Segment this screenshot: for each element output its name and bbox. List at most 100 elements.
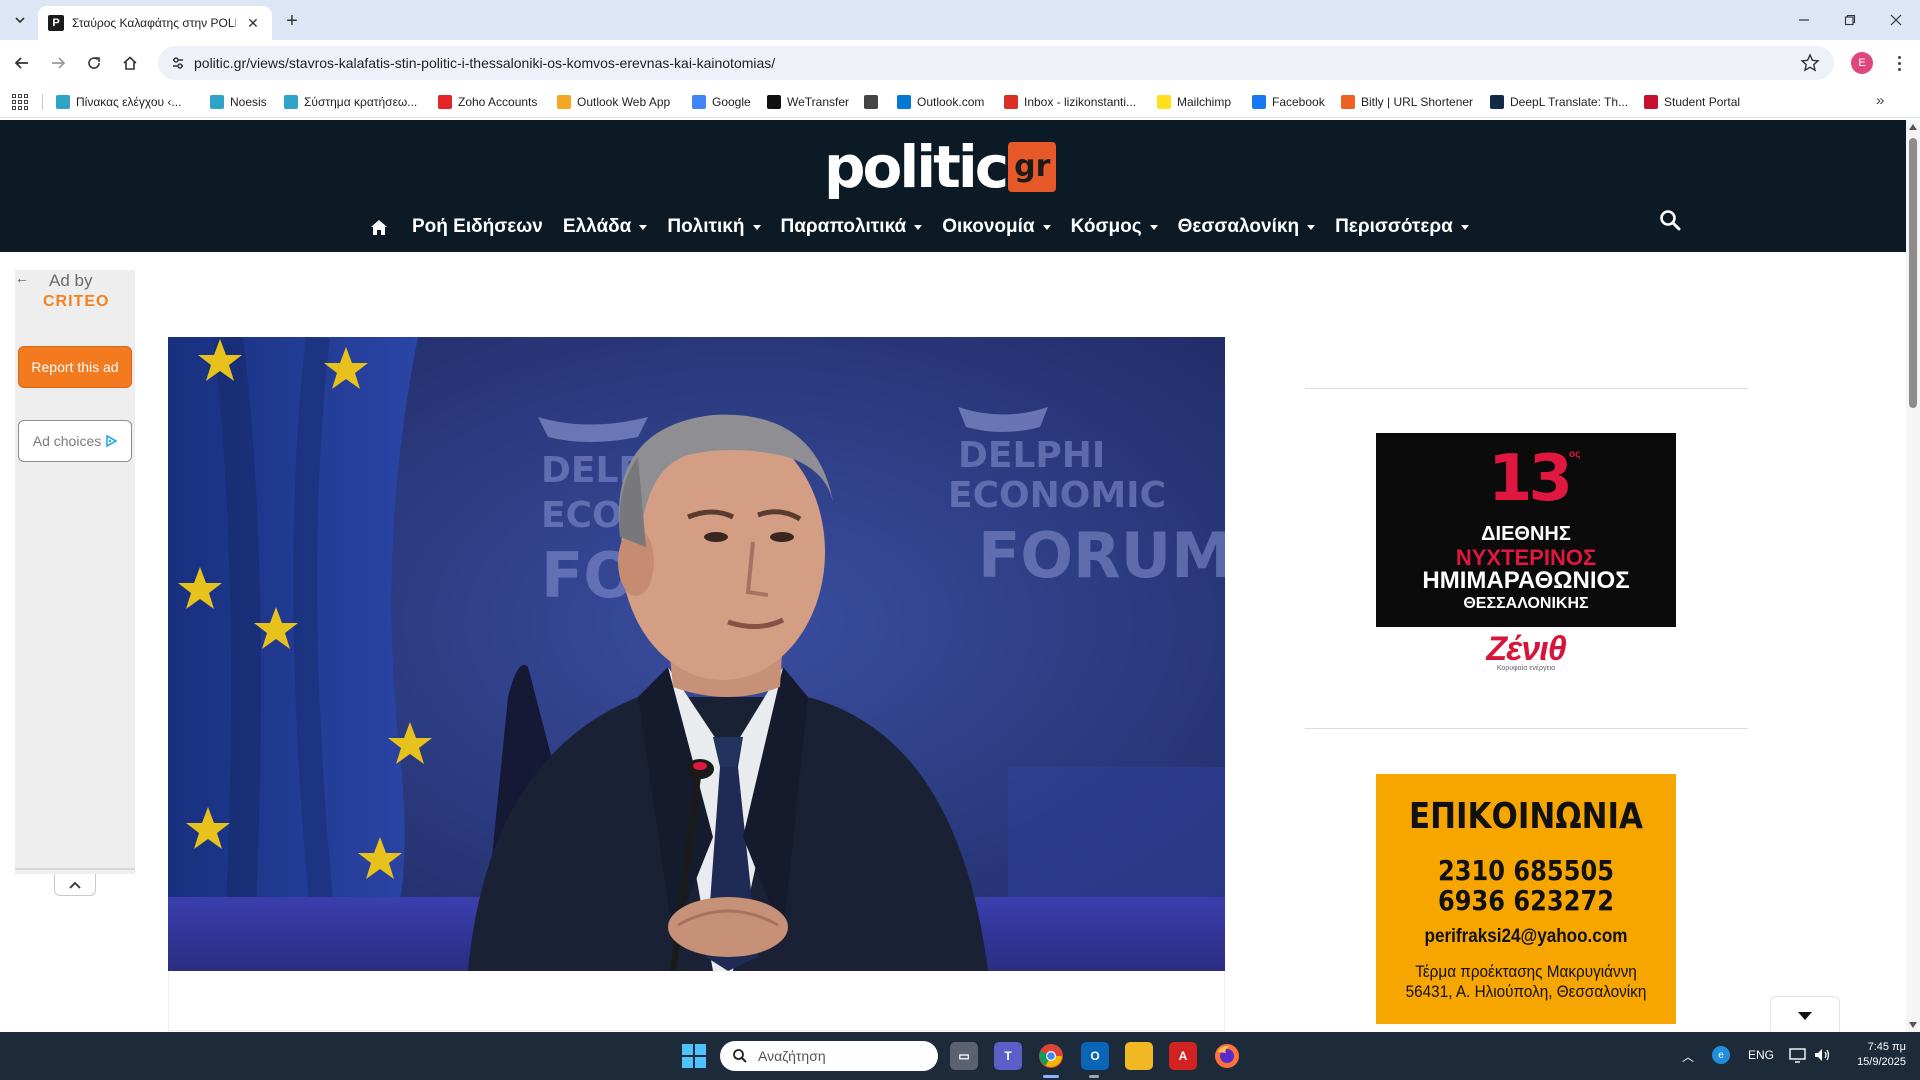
nav-item-label: Κόσμος	[1070, 216, 1142, 237]
home-icon[interactable]	[368, 216, 390, 238]
browser-tab-active[interactable]: P Σταύρος Καλαφάτης στην POLITIC ✕	[38, 6, 272, 40]
back-button[interactable]	[10, 51, 34, 75]
address-bar[interactable]: politic.gr/views/stavros-kalafatis-stin-…	[158, 46, 1834, 80]
volume-icon[interactable]	[1812, 1046, 1832, 1064]
scroll-down-button[interactable]	[1770, 996, 1840, 1034]
article-card-edge	[168, 971, 1225, 1031]
reload-button[interactable]	[82, 51, 106, 75]
language-indicator[interactable]: ENG	[1748, 1048, 1774, 1062]
contact-ad-banner[interactable]: ΕΠΙΚΟΙΝΩΝΙΑ 2310 685505 6936 623272 peri…	[1376, 774, 1676, 1024]
ad-back-arrow-icon[interactable]: ←	[15, 270, 29, 286]
tab-title: Σταύρος Καλαφάτης στην POLITIC	[72, 16, 236, 30]
tray-overflow-icon[interactable]: ︿	[1682, 1048, 1694, 1065]
apps-grid-icon[interactable]	[12, 94, 28, 110]
bookmark-item[interactable]	[864, 92, 878, 112]
bookmark-item[interactable]: DeepL Translate: Th...	[1490, 92, 1628, 112]
sidebar-divider	[1305, 728, 1748, 729]
mailchimp-icon	[1157, 95, 1171, 109]
minimize-icon[interactable]	[1792, 8, 1816, 32]
nav-item[interactable]: Οικονομία	[942, 216, 1051, 238]
contact-title: ΕΠΙΚΟΙΝΩΝΙΑ	[1408, 796, 1644, 837]
bookmark-label: Facebook	[1272, 95, 1325, 109]
bookmark-star-icon[interactable]	[1800, 53, 1820, 73]
taskbar-search-placeholder: Αναζήτηση	[758, 1048, 826, 1064]
nav-item-label: Παραπολιτικά	[780, 216, 907, 237]
bookmark-item[interactable]: Inbox - lizikonstanti...	[1004, 92, 1136, 112]
system-clock[interactable]: 7:45 πμ 15/9/2025	[1846, 1040, 1906, 1070]
bookmark-item[interactable]: WeTransfer	[767, 92, 849, 112]
home-icon	[123, 56, 137, 70]
nav-item[interactable]: Ροή Ειδήσεων	[412, 216, 543, 238]
firefox-icon[interactable]	[1213, 1042, 1241, 1070]
ad-collapse-button[interactable]	[54, 874, 96, 896]
bookmark-item[interactable]: Mailchimp	[1157, 92, 1231, 112]
bookmark-item[interactable]: Σύστημα κρατήσεω...	[284, 92, 417, 112]
windows-start-icon[interactable]	[682, 1044, 706, 1068]
bookmark-item[interactable]: Student Portal	[1644, 92, 1740, 112]
ad-choices-button[interactable]: Ad choices	[18, 420, 132, 462]
new-tab-button[interactable]: +	[280, 9, 304, 33]
marathon-number: 13	[1488, 442, 1573, 516]
bookmark-label: Bitly | URL Shortener	[1361, 95, 1474, 109]
report-ad-button[interactable]: Report this ad	[18, 346, 132, 388]
nav-item[interactable]: Παραπολιτικά	[781, 216, 923, 238]
marathon-ad-banner[interactable]: 13 ος ΔΙΕΘΝΗΣ ΝΥΧΤΕΡΙΝΟΣ ΗΜΙΜΑΡΑΘΩΝΙΟΣ Θ…	[1376, 433, 1676, 627]
taskbar-search[interactable]: Αναζήτηση	[720, 1041, 938, 1071]
file-explorer-icon[interactable]	[1125, 1042, 1153, 1070]
nav-item[interactable]: Θεσσαλονίκη	[1178, 216, 1316, 238]
politic-logo[interactable]: politic gr	[824, 136, 1057, 198]
site-info-icon[interactable]	[170, 55, 186, 71]
adchoices-icon	[106, 435, 118, 447]
home-button[interactable]	[118, 51, 142, 75]
ad-by-label: Ad by	[49, 271, 93, 290]
nav-item[interactable]: Πολιτική	[667, 216, 761, 238]
bookmark-item[interactable]: Zoho Accounts	[438, 92, 537, 112]
scroll-up-arrow-icon[interactable]	[1909, 124, 1917, 130]
bookmark-item[interactable]: Facebook	[1252, 92, 1325, 112]
arrow-right-icon	[52, 57, 66, 69]
noesis-icon	[210, 95, 224, 109]
forward-button[interactable]	[46, 51, 70, 75]
close-window-icon[interactable]	[1884, 8, 1908, 32]
restore-icon[interactable]	[1838, 8, 1862, 32]
zenith-sponsor-logo[interactable]: Ζένιθ Κορυφαία ενέργεια	[1376, 630, 1676, 672]
scroll-thumb[interactable]	[1909, 138, 1917, 408]
bookmark-item[interactable]: Google	[692, 92, 751, 112]
nav-item[interactable]: Κόσμος	[1071, 216, 1158, 238]
acrobat-icon[interactable]: A	[1169, 1042, 1197, 1070]
caret-down-icon	[752, 224, 761, 230]
chrome-icon[interactable]	[1037, 1042, 1065, 1070]
outlook-icon[interactable]: O	[1081, 1042, 1109, 1070]
close-tab-icon[interactable]: ✕	[244, 14, 262, 32]
bookmark-item[interactable]: Noesis	[210, 92, 267, 112]
nav-item-label: Ελλάδα	[562, 216, 632, 237]
more-bookmarks-icon[interactable]: »	[1876, 92, 1884, 109]
logo-tag: gr	[1008, 142, 1057, 192]
edge-tray-icon[interactable]: e	[1712, 1046, 1730, 1064]
task-view-icon[interactable]: ▭	[950, 1042, 978, 1070]
search-icon	[733, 1049, 747, 1063]
bookmark-label: Noesis	[230, 95, 267, 109]
contact-address-2: 56431, Α. Ηλιούπολη, Θεσσαλονίκη	[1405, 982, 1647, 1001]
teams-icon[interactable]: T	[994, 1042, 1022, 1070]
contact-phone-2: 6936 623272	[1438, 884, 1614, 917]
scroll-down-arrow-icon[interactable]	[1909, 1022, 1917, 1028]
bookmark-item[interactable]: Bitly | URL Shortener	[1341, 92, 1473, 112]
bookmark-item[interactable]: Outlook Web App	[557, 92, 670, 112]
nav-item-label: Πολιτική	[667, 216, 745, 237]
browser-menu-icon[interactable]	[1889, 52, 1909, 74]
bookmark-label: Inbox - lizikonstanti...	[1024, 95, 1137, 109]
arrow-left-icon	[14, 57, 28, 69]
nav-item[interactable]: Ελλάδα	[562, 216, 648, 238]
network-icon[interactable]	[1788, 1046, 1808, 1064]
tab-search-button[interactable]	[8, 8, 32, 32]
bookmark-item[interactable]: Outlook.com	[897, 92, 984, 112]
page-scrollbar[interactable]	[1906, 120, 1920, 1032]
facebook-icon	[1252, 95, 1266, 109]
bookmark-item[interactable]: Πίνακας ελέγχου ‹...	[56, 92, 181, 112]
profile-avatar[interactable]: E	[1851, 52, 1873, 74]
caret-down-icon	[1460, 224, 1469, 230]
search-icon[interactable]	[1658, 208, 1682, 232]
caret-down-icon	[639, 224, 648, 230]
nav-item[interactable]: Περισσότερα	[1335, 216, 1469, 238]
